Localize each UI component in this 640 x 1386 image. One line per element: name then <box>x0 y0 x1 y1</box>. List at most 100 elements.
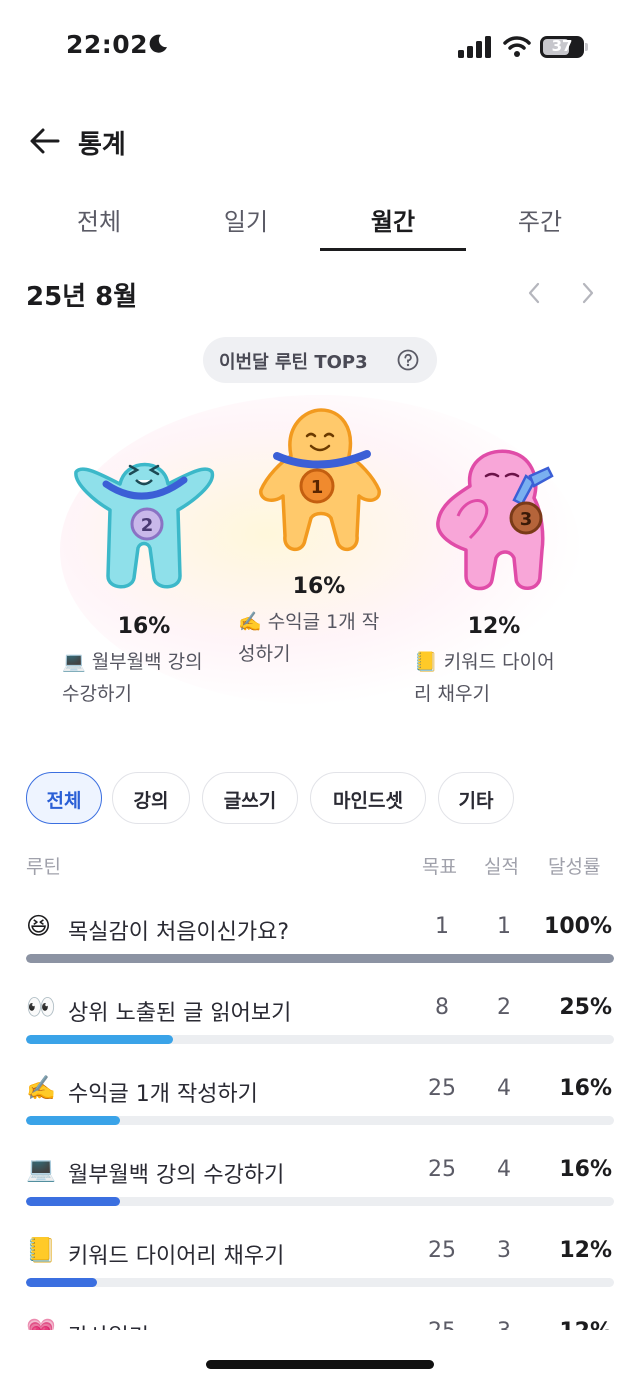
routine-emoji-icon: 💗 <box>26 1317 58 1330</box>
header-rate: 달성률 <box>548 856 601 878</box>
rank-1-character: 1 <box>259 408 381 551</box>
routine-name: 수익글 1개 작성하기 <box>68 1082 258 1107</box>
table-header: 루틴 목표 실적 달성률 <box>0 852 640 884</box>
chevron-left-icon[interactable] <box>522 280 548 306</box>
table-row[interactable]: ✍️ 수익글 1개 작성하기 25 4 16% <box>0 1058 640 1140</box>
routine-actual: 2 <box>497 995 511 1020</box>
tab-label: 월간 <box>370 208 416 236</box>
routine-name: 상위 노출된 글 읽어보기 <box>68 1001 292 1026</box>
routine-rate: 16% <box>559 1076 612 1101</box>
chip-lecture[interactable]: 강의 <box>112 772 190 824</box>
table-row[interactable]: 😆 목실감이 처음이신가요? 1 1 100% <box>0 896 640 978</box>
chevron-right-icon[interactable] <box>574 280 600 306</box>
status-bar: 22:02 37 <box>0 0 640 96</box>
back-arrow-icon[interactable] <box>28 126 62 156</box>
routine-actual: 4 <box>497 1157 511 1182</box>
rank-2-name-line: 💻 월부월백 강의 <box>62 651 203 673</box>
routine-goal: 25 <box>428 1076 456 1101</box>
routine-emoji-icon: ✍️ <box>26 1074 56 1102</box>
progress-track <box>26 1116 614 1125</box>
routine-actual: 4 <box>497 1076 511 1101</box>
rank-2-percent: 16% <box>117 614 171 639</box>
routine-name: 감사일기 <box>68 1319 149 1330</box>
table-row[interactable]: 💻 월부월백 강의 수강하기 25 4 16% <box>0 1139 640 1221</box>
chip-label: 전체 <box>46 790 82 812</box>
routine-rate: 12% <box>559 1238 612 1263</box>
routine-emoji-icon: 😆 <box>26 912 52 940</box>
tab-bar: 전체 일기 월간 주간 <box>0 190 640 254</box>
routine-emoji-icon: 💻 <box>26 1155 56 1183</box>
routine-table: 😆 목실감이 처음이신가요? 1 1 100% 👀 상위 노출된 글 읽어보기 8 2 25% ✍️… <box>0 896 640 1330</box>
question-icon[interactable] <box>397 349 419 371</box>
tab-all[interactable]: 전체 <box>26 190 172 250</box>
header-goal: 목표 <box>422 856 457 878</box>
rank-3-character: 3 <box>436 449 554 591</box>
header-routine: 루틴 <box>26 856 61 878</box>
wifi-icon <box>503 36 531 57</box>
rank-1-name-line: 성하기 <box>238 643 291 665</box>
home-indicator <box>206 1360 434 1369</box>
progress-track <box>26 1035 614 1044</box>
routine-name: 월부월백 강의 수강하기 <box>68 1163 285 1188</box>
rank-3-percent: 12% <box>467 614 521 639</box>
progress-fill <box>26 1197 121 1206</box>
routine-goal: 1 <box>435 914 449 939</box>
routine-goal: 25 <box>428 1238 456 1263</box>
moon-icon <box>149 34 167 53</box>
routine-goal: 25 <box>422 1319 462 1330</box>
battery-icon: 37 <box>540 36 584 58</box>
routine-rate: 16% <box>559 1157 612 1182</box>
routine-rate: 12% <box>559 1319 612 1330</box>
routine-rate: 25% <box>559 995 612 1020</box>
progress-fill <box>26 1116 121 1125</box>
chip-label: 마인드셋 <box>333 790 403 812</box>
tab-monthly[interactable]: 월간 <box>320 190 466 250</box>
tab-weekly[interactable]: 주간 <box>467 190 613 250</box>
category-filter: 전체 강의 글쓰기 마인드셋 기타 <box>0 772 640 826</box>
month-label: 25년 8월 <box>26 282 138 312</box>
progress-track <box>26 954 614 963</box>
routine-actual: 3 <box>484 1319 524 1330</box>
tab-diary[interactable]: 일기 <box>173 190 319 250</box>
top3-title: 이번달 루틴 TOP3 <box>219 352 368 373</box>
table-row[interactable]: 👀 상위 노출된 글 읽어보기 8 2 25% <box>0 977 640 1059</box>
progress-track <box>26 1278 614 1287</box>
rank-2-character: 2 <box>74 462 215 589</box>
chip-all[interactable]: 전체 <box>26 772 102 824</box>
rank-2-name: 💻 월부월백 강의 수강하기 <box>62 646 232 710</box>
routine-rate: 100% <box>544 914 612 939</box>
chip-label: 글쓰기 <box>223 790 277 812</box>
chip-writing[interactable]: 글쓰기 <box>202 772 298 824</box>
header: 통계 <box>0 112 640 172</box>
tab-label: 전체 <box>76 208 122 236</box>
battery-level-text: 37 <box>551 37 573 55</box>
chip-label: 강의 <box>133 790 169 812</box>
svg-text:3: 3 <box>520 509 533 530</box>
routine-name: 키워드 다이어리 채우기 <box>68 1244 285 1269</box>
header-actual: 실적 <box>484 856 519 878</box>
progress-fill <box>26 954 614 963</box>
rank-2-name-line: 수강하기 <box>62 683 132 705</box>
tab-label: 주간 <box>517 208 563 236</box>
progress-fill <box>26 1035 173 1044</box>
routine-actual: 1 <box>497 914 511 939</box>
progress-fill <box>26 1278 97 1287</box>
rank-1-name: ✍️ 수익글 1개 작 성하기 <box>238 606 408 670</box>
routine-actual: 3 <box>497 1238 511 1263</box>
rank-3-name-line: 리 채우기 <box>414 683 490 705</box>
routine-name: 목실감이 처음이신가요? <box>68 920 290 945</box>
signal-icon <box>458 36 491 58</box>
month-selector: 25년 8월 <box>0 270 640 320</box>
rank-1-name-line: ✍️ 수익글 1개 작 <box>238 611 380 633</box>
routine-emoji-icon: 📒 <box>26 1236 56 1264</box>
chip-mindset[interactable]: 마인드셋 <box>310 772 426 824</box>
chip-label: 기타 <box>458 790 494 812</box>
chip-etc[interactable]: 기타 <box>438 772 514 824</box>
top3-title-pill[interactable]: 이번달 루틴 TOP3 <box>203 337 437 383</box>
routine-goal: 8 <box>435 995 449 1020</box>
tab-label: 일기 <box>223 208 269 236</box>
status-time: 22:02 <box>66 30 149 59</box>
table-row[interactable]: 💗 감사일기 25 3 12% <box>0 1301 640 1330</box>
table-row[interactable]: 📒 키워드 다이어리 채우기 25 3 12% <box>0 1220 640 1302</box>
svg-text:2: 2 <box>141 515 154 536</box>
